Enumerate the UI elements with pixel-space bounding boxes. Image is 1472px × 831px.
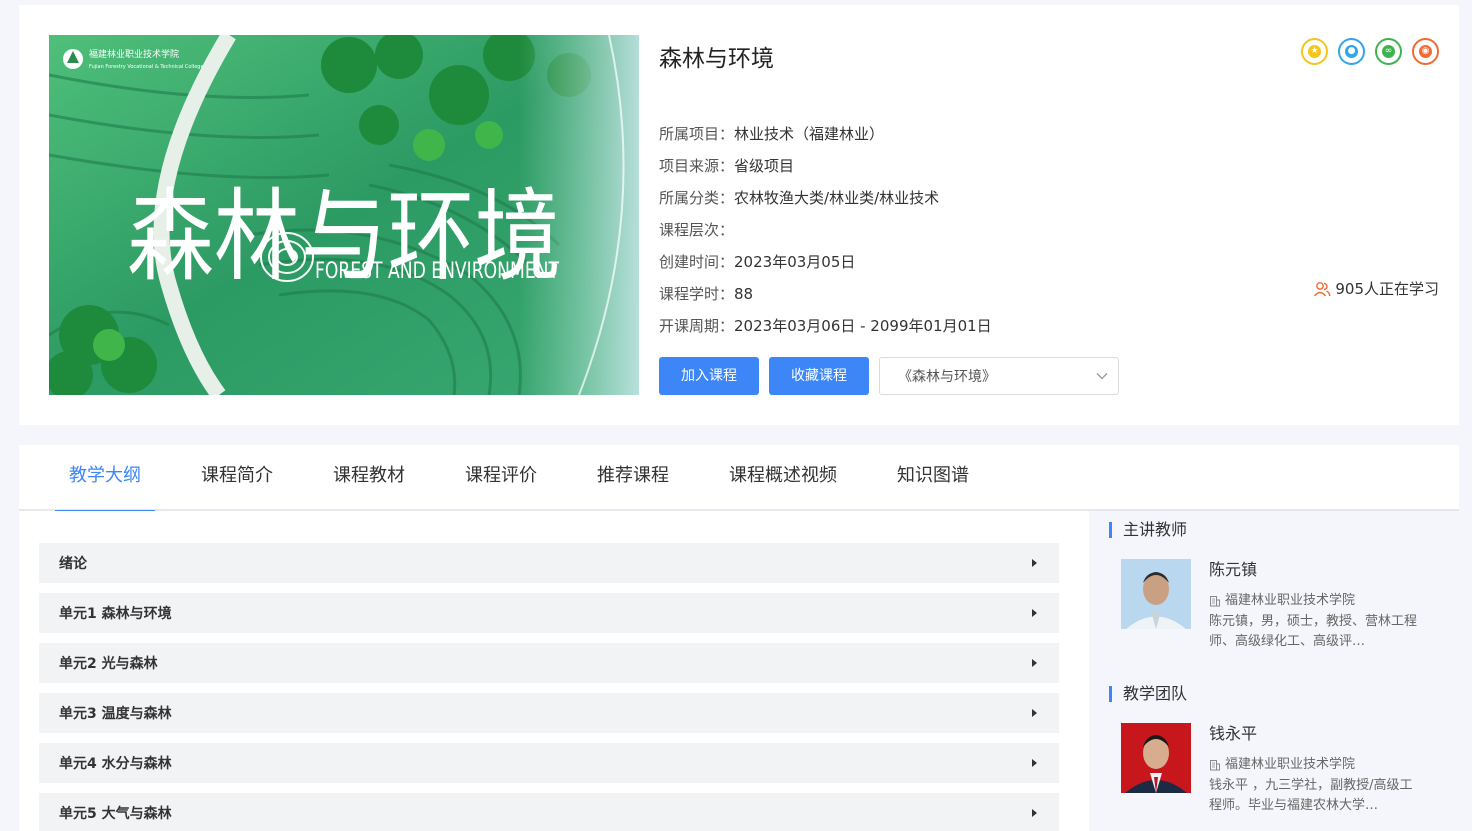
- meta-label: 项目来源：: [659, 157, 735, 175]
- lead-teacher-card[interactable]: 陈元镇 福建林业职业技术学院 陈元镇，男，硕士，教授、营林工程师、高级绿化工、高…: [1121, 559, 1451, 649]
- cover-school-name-en: Fujian Forestry Vocational & Technical C…: [89, 64, 204, 70]
- meta-value: 省级项目: [734, 157, 795, 175]
- outline-item-label: 单元4 水分与森林: [59, 756, 172, 772]
- meta-row-project: 所属项目： 林业技术（福建林业）: [659, 118, 1439, 150]
- caret-right-icon: [1032, 759, 1037, 767]
- qq-icon: ●: [1345, 45, 1358, 58]
- meta-label: 课程学时：: [659, 285, 735, 303]
- cover-school-name: 福建林业职业技术学院: [89, 48, 179, 60]
- outline-item[interactable]: 单元2 光与森林: [39, 643, 1059, 683]
- building-icon: [1210, 596, 1220, 607]
- qzone-icon: ★: [1308, 45, 1321, 58]
- qzone-share-button[interactable]: ★: [1301, 38, 1328, 65]
- meta-row-period: 开课周期： 2023年03月06日 - 2099年01月01日: [659, 310, 1439, 342]
- meta-label: 创建时间：: [659, 253, 735, 271]
- course-version-value: 《森林与环境》: [898, 369, 996, 385]
- outline-item-label: 单元1 森林与环境: [59, 606, 172, 622]
- tab-syllabus[interactable]: 教学大纲: [55, 445, 155, 513]
- learners-text: 905人正在学习: [1335, 280, 1439, 298]
- meta-value: 2023年03月06日 - 2099年01月01日: [734, 317, 992, 335]
- wechat-share-button[interactable]: ∞: [1375, 38, 1402, 65]
- outline-item[interactable]: 绪论: [39, 543, 1059, 583]
- teacher-org: 福建林业职业技术学院: [1209, 756, 1355, 774]
- course-tabs-bar: 教学大纲 课程简介 课程教材 课程评价 推荐课程 课程概述视频 知识图谱: [19, 445, 1459, 513]
- caret-right-icon: [1032, 659, 1037, 667]
- teacher-org-name: 福建林业职业技术学院: [1225, 593, 1356, 608]
- share-bar: ★ ● ∞ ◉: [1301, 38, 1439, 65]
- chevron-down-icon: [1096, 373, 1108, 380]
- caret-right-icon: [1032, 709, 1037, 717]
- users-icon: [1314, 282, 1331, 297]
- outline-item[interactable]: 单元4 水分与森林: [39, 743, 1059, 783]
- teacher-org: 福建林业职业技术学院: [1209, 592, 1355, 610]
- teacher-name: 陈元镇: [1209, 560, 1258, 579]
- outline-item-label: 单元5 大气与森林: [59, 806, 172, 822]
- meta-label: 开课周期：: [659, 317, 735, 335]
- meta-label: 课程层次：: [659, 221, 735, 239]
- tab-textbook[interactable]: 课程教材: [319, 445, 419, 511]
- teacher-name: 钱永平: [1209, 724, 1258, 743]
- syllabus-outline: 绪论 单元1 森林与环境 单元2 光与森林 单元3 温度与森林 单元4 水分与森…: [19, 511, 1089, 831]
- course-meta: 所属项目： 林业技术（福建林业） 项目来源： 省级项目 所属分类： 农林牧渔大类…: [659, 118, 1439, 342]
- outline-item[interactable]: 单元1 森林与环境: [39, 593, 1059, 633]
- caret-right-icon: [1032, 609, 1037, 617]
- meta-value: 林业技术（福建林业）: [734, 125, 885, 143]
- teacher-avatar: [1121, 723, 1191, 793]
- meta-row-created: 创建时间： 2023年03月05日: [659, 246, 1439, 278]
- learners-count: 905人正在学习: [1313, 278, 1439, 300]
- favorite-course-button[interactable]: 收藏课程: [769, 357, 869, 395]
- building-icon: [1210, 760, 1220, 771]
- course-tabs: 教学大纲 课程简介 课程教材 课程评价 推荐课程 课程概述视频 知识图谱: [55, 445, 1015, 513]
- meta-row-source: 项目来源： 省级项目: [659, 150, 1439, 182]
- teacher-description: 钱永平 ，九三学社，副教授/高级工程师。毕业与福建农林大学…: [1209, 778, 1413, 813]
- cover-title-en: FOREST AND ENVIRONMENT: [315, 259, 559, 284]
- lead-teacher-heading: 主讲教师: [1109, 520, 1187, 540]
- meta-row-level: 课程层次：: [659, 214, 1439, 246]
- wechat-icon: ∞: [1382, 45, 1395, 58]
- course-title: 森林与环境: [659, 46, 774, 72]
- meta-label: 所属分类：: [659, 189, 735, 207]
- outline-item-label: 单元3 温度与森林: [59, 706, 172, 722]
- course-cover-image: 福建林业职业技术学院 Fujian Forestry Vocational & …: [49, 35, 639, 395]
- course-version-select[interactable]: 《森林与环境》: [879, 357, 1119, 395]
- teacher-sidebar: 主讲教师 陈元镇 福建林业职业技术学院 陈元镇，男，硕士，教授、营林工程师、高级…: [1109, 511, 1459, 831]
- meta-label: 所属项目：: [659, 125, 735, 143]
- outline-item[interactable]: 单元5 大气与森林: [39, 793, 1059, 831]
- outline-item-label: 单元2 光与森林: [59, 656, 158, 672]
- tab-evaluation[interactable]: 课程评价: [451, 445, 551, 511]
- caret-right-icon: [1032, 809, 1037, 817]
- teacher-org-name: 福建林业职业技术学院: [1225, 757, 1356, 772]
- qq-share-button[interactable]: ●: [1338, 38, 1365, 65]
- outline-item-label: 绪论: [59, 556, 87, 572]
- join-course-button[interactable]: 加入课程: [659, 357, 759, 395]
- teaching-team-heading: 教学团队: [1109, 684, 1187, 704]
- meta-value: 农林牧渔大类/林业类/林业技术: [734, 189, 940, 207]
- tab-overview-video[interactable]: 课程概述视频: [715, 445, 851, 511]
- weibo-share-button[interactable]: ◉: [1412, 38, 1439, 65]
- tab-recommended[interactable]: 推荐课程: [583, 445, 683, 511]
- teacher-avatar: [1121, 559, 1191, 629]
- meta-row-category: 所属分类： 农林牧渔大类/林业类/林业技术: [659, 182, 1439, 214]
- tab-knowledge-graph[interactable]: 知识图谱: [883, 445, 983, 511]
- team-teacher-card[interactable]: 钱永平 福建林业职业技术学院 钱永平 ，九三学社，副教授/高级工程师。毕业与福建…: [1121, 723, 1451, 813]
- tab-introduction[interactable]: 课程简介: [187, 445, 287, 511]
- meta-value: 2023年03月05日: [734, 253, 856, 271]
- course-info: 森林与环境 ★ ● ∞ ◉ 所属项目： 林业技术（福建林业） 项目来源： 省级项…: [659, 35, 1439, 395]
- meta-value: 88: [734, 285, 754, 303]
- weibo-icon: ◉: [1419, 45, 1432, 58]
- caret-right-icon: [1032, 559, 1037, 567]
- teacher-description: 陈元镇，男，硕士，教授、营林工程师、高级绿化工、高级评…: [1209, 614, 1418, 649]
- outline-item[interactable]: 单元3 温度与森林: [39, 693, 1059, 733]
- course-header-card: 福建林业职业技术学院 Fujian Forestry Vocational & …: [19, 5, 1459, 425]
- course-actions: 加入课程 收藏课程 《森林与环境》: [659, 357, 1119, 395]
